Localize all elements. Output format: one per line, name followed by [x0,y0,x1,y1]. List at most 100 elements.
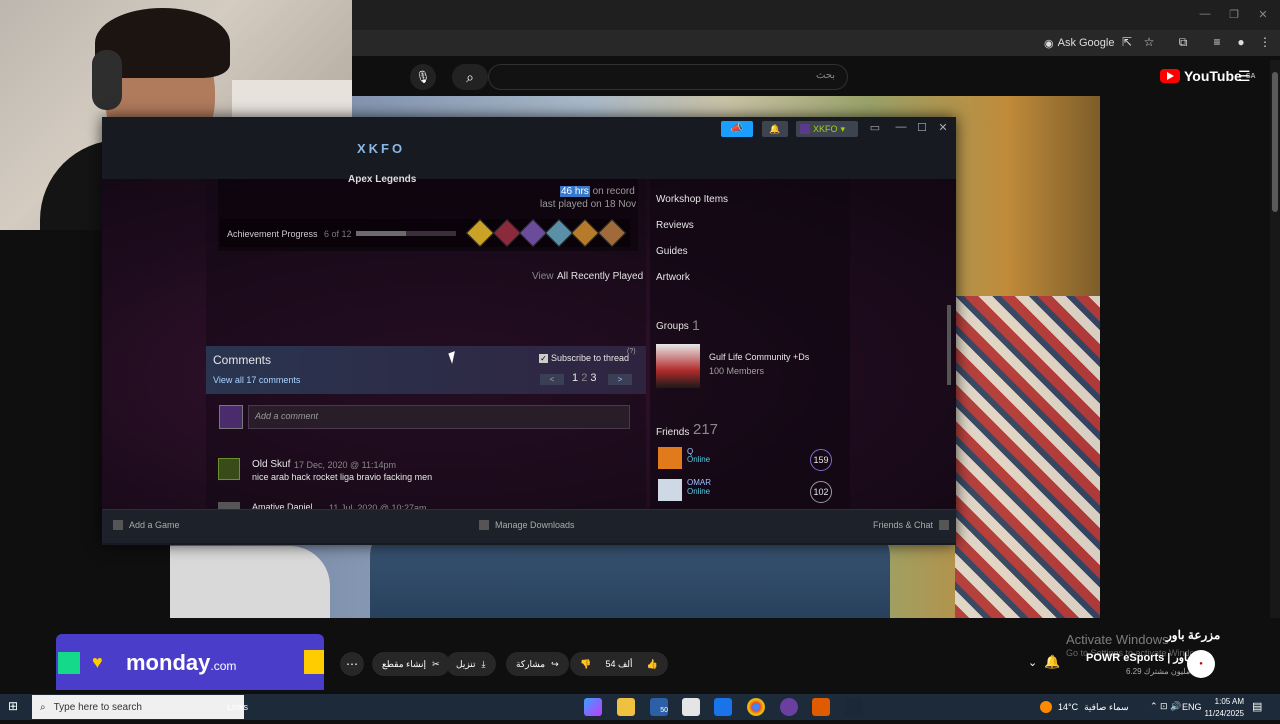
bookmark-star-icon[interactable]: ☆ [1140,35,1158,51]
big-picture-icon[interactable]: ▭ [866,121,884,137]
avatar[interactable] [658,447,682,469]
share-icon: ↪ [551,658,559,669]
close-icon[interactable]: ✕ [934,121,952,137]
links-toolbar[interactable]: Links [227,702,248,712]
system-tray-icons[interactable]: ⌃ ⊡ 🔊 [1150,701,1181,712]
avatar[interactable] [218,458,240,480]
achievement-label: Achievement Progress [227,229,318,239]
next-page-button[interactable]: > [608,374,632,385]
notification-center-icon[interactable]: ▤ [1252,700,1262,713]
monday-ad-banner[interactable]: ♥ monday.com [56,634,324,690]
comment-text: nice arab hack rocket liga bravio fackin… [252,472,433,482]
media-controls-icon[interactable]: ≡ [1208,35,1226,51]
more-actions-button[interactable]: ⋯ [340,652,364,676]
subscribe-thread-checkbox[interactable]: ✓ Subscribe to thread [539,353,629,363]
steam-taskbar-icon[interactable] [845,698,863,716]
close-icon[interactable]: ✕ [1256,8,1270,21]
hamburger-menu-icon[interactable]: ☰ [1238,68,1251,85]
friend-level-badge: 159 [810,449,832,471]
search-placeholder: بحث [815,70,835,81]
extensions-icon[interactable]: ⧉ [1174,35,1192,51]
minimize-icon[interactable]: — [1198,8,1212,20]
sidebar-link-workshop[interactable]: Workshop Items [656,194,728,205]
copilot-icon[interactable] [584,698,602,716]
avatar [800,124,810,134]
help-link[interactable]: (?) [627,348,636,355]
add-game-button[interactable]: Add a Game [113,520,180,530]
taskbar-search-input[interactable]: ⌕ Type here to search [32,695,244,719]
download-button[interactable]: تنزيل ⤓ [446,652,496,676]
hours-on-record: 46 hrs on record [560,186,635,197]
sidebar-link-guides[interactable]: Guides [656,246,688,257]
manage-downloads-button[interactable]: Manage Downloads [479,520,575,530]
app-icon[interactable] [812,698,830,716]
like-icon[interactable]: 👍 [647,659,658,670]
prev-page-button[interactable]: < [540,374,564,385]
chevron-right-icon: > [617,375,623,384]
page-link[interactable]: 1 [572,372,578,384]
taskbar-clock[interactable]: 1:05 AM 11/24/2025 [1202,696,1244,720]
install-app-icon[interactable]: ⇱ [1118,35,1136,51]
page-current: 2 [581,372,588,384]
heart-icon: ♥ [92,652,103,672]
view-all-comments-link[interactable]: View all 17 comments [213,375,300,385]
mail-icon[interactable]: 50 [650,698,668,716]
windows-start-icon[interactable]: ⊞ [8,699,24,715]
view-all-recently-played-link[interactable]: All Recently Played [557,271,643,282]
view-label: View [532,271,554,282]
maximize-icon[interactable]: ❐ [1227,8,1241,21]
sidebar-link-artwork[interactable]: Artwork [656,272,690,283]
subscribe-bell-icon[interactable]: 🔔 [1044,654,1064,674]
search-input[interactable]: بحث [488,64,848,90]
notifications-button[interactable]: 🔔 [762,121,788,137]
page-link[interactable]: 3 [590,372,596,384]
share-button[interactable]: مشاركة ↪ [506,652,569,676]
announcements-button[interactable]: 📣 [721,121,753,137]
voice-search-icon[interactable]: 🎙 [410,64,436,90]
comment-input[interactable]: Add a comment [248,405,630,429]
language-indicator[interactable]: ENG [1182,702,1202,712]
account-menu[interactable]: XKFO ▾ [796,121,858,137]
friends-chat-button[interactable]: Friends & Chat [873,520,950,530]
avatar[interactable] [658,479,682,501]
subscriber-count: 6.29 مليون مشترك [1126,667,1191,676]
weather-widget[interactable]: 14°C سماء صافية [1040,701,1129,713]
chevron-down-icon: ▾ [840,124,846,134]
comment-date: 17 Dec, 2020 @ 11:14pm [294,460,397,470]
page-scrollbar[interactable] [1270,60,1280,690]
friend-name[interactable]: OMAR [687,478,711,487]
game-name[interactable]: Apex Legends [348,174,416,185]
outlook-icon[interactable] [714,698,732,716]
groups-title[interactable]: Groups [656,321,689,332]
chevron-left-icon: < [549,375,555,384]
friend-level-badge: 102 [810,481,832,503]
steam-scrollbar[interactable] [947,305,951,385]
group-avatar[interactable] [656,344,700,388]
friends-title[interactable]: Friends [656,427,689,438]
discord-icon[interactable] [780,698,798,716]
ad-shape [58,652,80,674]
maximize-icon[interactable]: ☐ [913,121,931,137]
webcam-headset [92,50,122,110]
search-button[interactable]: ⌕ [452,64,488,90]
steam-username[interactable]: XKFO [357,141,405,156]
profile-icon[interactable]: ● [1232,35,1250,51]
activate-windows-title: Activate Windows [1066,632,1169,647]
group-name[interactable]: Gulf Life Community +Ds [709,352,809,362]
channel-name[interactable]: POWR eSports | باور [1086,651,1190,664]
sidebar-link-reviews[interactable]: Reviews [656,220,694,231]
download-icon: ⤓ [481,658,486,669]
video-frame-detail [170,546,330,618]
comment-author[interactable]: Old Skuf [252,459,290,470]
store-icon[interactable] [682,698,700,716]
clip-button[interactable]: إنشاء مقطع ✂ [372,652,450,676]
dislike-icon[interactable]: 👎 [580,659,591,670]
scrollbar-thumb[interactable] [1272,72,1278,212]
chevron-down-icon[interactable]: ⌄ [1028,656,1037,669]
channel-avatar[interactable]: ● [1187,650,1215,678]
chrome-icon[interactable] [747,698,765,716]
browser-menu-icon[interactable]: ⋮ [1256,35,1274,51]
file-explorer-icon[interactable] [617,698,635,716]
ask-google-button[interactable]: ◉ Ask Google [1044,34,1114,52]
minimize-icon[interactable]: — [892,121,910,137]
